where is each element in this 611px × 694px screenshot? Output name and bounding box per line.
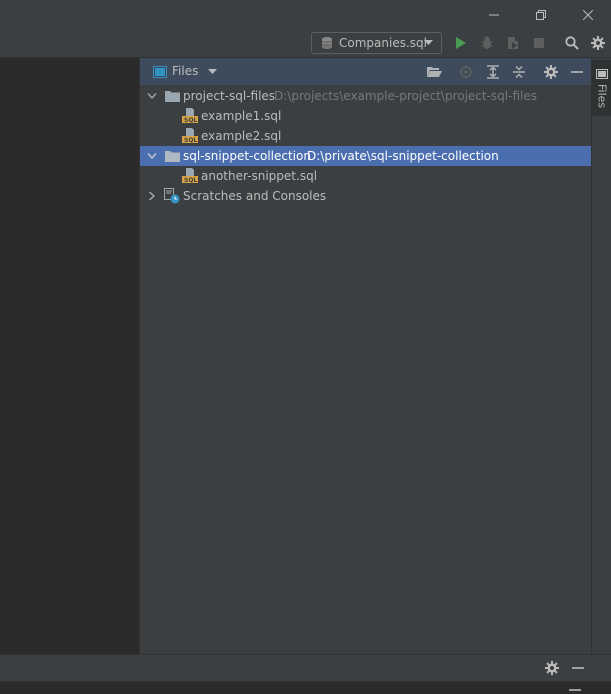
main-toolbar: Companies.sql (0, 29, 611, 58)
minimize-panel-icon (571, 71, 583, 73)
minimize-icon (489, 14, 499, 15)
database-icon (322, 37, 332, 49)
tree-item-label: example2.sql (201, 129, 282, 143)
svg-text:SQL: SQL (184, 117, 197, 124)
tree-item-label: another-snippet.sql (201, 169, 318, 183)
panel-settings-button[interactable] (542, 63, 560, 81)
chevron-down-icon[interactable] (144, 88, 160, 104)
svg-text:SQL: SQL (184, 137, 197, 144)
bottom-panel-edge (0, 681, 611, 694)
tree-row-scratches-and-consoles[interactable]: Scratches and Consoles (140, 186, 591, 206)
folder-icon (164, 88, 180, 104)
chevron-down-icon[interactable] (144, 148, 160, 164)
search-everywhere-button[interactable] (563, 34, 581, 52)
gear-icon (544, 65, 558, 79)
tree-item-path: D:\private\sql-snippet-collection (307, 149, 499, 163)
expand-all-button[interactable] (484, 63, 502, 81)
files-panel-title[interactable]: Files (172, 64, 198, 78)
tree-item-path: D:\projects\example-project\project-sql-… (274, 89, 537, 103)
restore-icon (536, 9, 546, 20)
run-icon (456, 37, 466, 49)
search-icon (565, 36, 579, 50)
files-panel-header: Files (140, 58, 591, 85)
tree-item-label: Scratches and Consoles (183, 189, 327, 203)
tree-item-label: sql-snippet-collection (183, 149, 311, 163)
bottom-settings-button[interactable] (543, 659, 561, 677)
editor-area[interactable] (0, 58, 140, 654)
coverage-icon (508, 37, 518, 49)
files-tool-window: Files project-sql-files D:\projects\exam… (140, 58, 591, 654)
scratches-icon (164, 188, 180, 204)
chevron-right-icon[interactable] (144, 188, 160, 204)
run-configuration-selector[interactable]: Companies.sql (311, 32, 442, 54)
tree-item-label: example1.sql (201, 109, 282, 123)
expand-all-icon (487, 65, 499, 79)
open-folder-icon (426, 67, 442, 77)
collapse-all-button[interactable] (510, 63, 528, 81)
restore-button[interactable] (518, 0, 564, 29)
chevron-down-icon (207, 69, 217, 74)
tree-item-label: project-sql-files (183, 89, 276, 103)
locate-icon (459, 65, 473, 79)
gear-icon (545, 661, 559, 675)
stop-icon (534, 38, 544, 48)
minimize-panel-icon[interactable] (569, 688, 581, 692)
svg-text:SQL: SQL (184, 177, 197, 184)
folder-icon (164, 148, 180, 164)
hide-panel-button[interactable] (568, 63, 586, 81)
window-icon (153, 66, 167, 78)
right-tool-strip: Files (591, 58, 611, 654)
close-icon (583, 9, 593, 20)
chevron-down-icon (424, 40, 433, 45)
settings-icon (591, 36, 605, 50)
window-icon (596, 69, 608, 79)
tree-row-project-sql-files[interactable]: project-sql-files D:\projects\example-pr… (140, 86, 591, 106)
debug-button[interactable] (478, 34, 496, 52)
bottom-hide-button[interactable] (569, 659, 587, 677)
open-folder-button[interactable] (425, 63, 443, 81)
run-button[interactable] (452, 34, 470, 52)
run-with-coverage-button[interactable] (504, 34, 522, 52)
tree-row-sql-snippet-collection[interactable]: sql-snippet-collection D:\private\sql-sn… (140, 146, 591, 166)
files-view-selector[interactable] (151, 63, 169, 81)
title-bar (0, 0, 611, 29)
locate-file-button[interactable] (457, 63, 475, 81)
sql-file-icon: SQL (182, 108, 198, 124)
files-side-tab-label: Files (595, 84, 609, 109)
run-configuration-label: Companies.sql (339, 36, 427, 50)
stop-button[interactable] (530, 34, 548, 52)
sql-file-icon: SQL (182, 128, 198, 144)
tree-row-example1-sql[interactable]: SQL example1.sql (140, 106, 591, 126)
tree-row-another-snippet-sql[interactable]: SQL another-snippet.sql (140, 166, 591, 186)
bottom-tool-bar (0, 654, 611, 681)
minimize-panel-icon (572, 667, 584, 669)
files-side-tab[interactable]: Files (592, 60, 611, 116)
settings-button[interactable] (589, 34, 607, 52)
close-button[interactable] (565, 0, 611, 29)
sql-file-icon: SQL (182, 168, 198, 184)
view-dropdown[interactable] (203, 63, 221, 81)
tree-row-example2-sql[interactable]: SQL example2.sql (140, 126, 591, 146)
collapse-all-icon (513, 65, 525, 79)
minimize-button[interactable] (471, 0, 517, 29)
debug-icon (481, 36, 493, 49)
